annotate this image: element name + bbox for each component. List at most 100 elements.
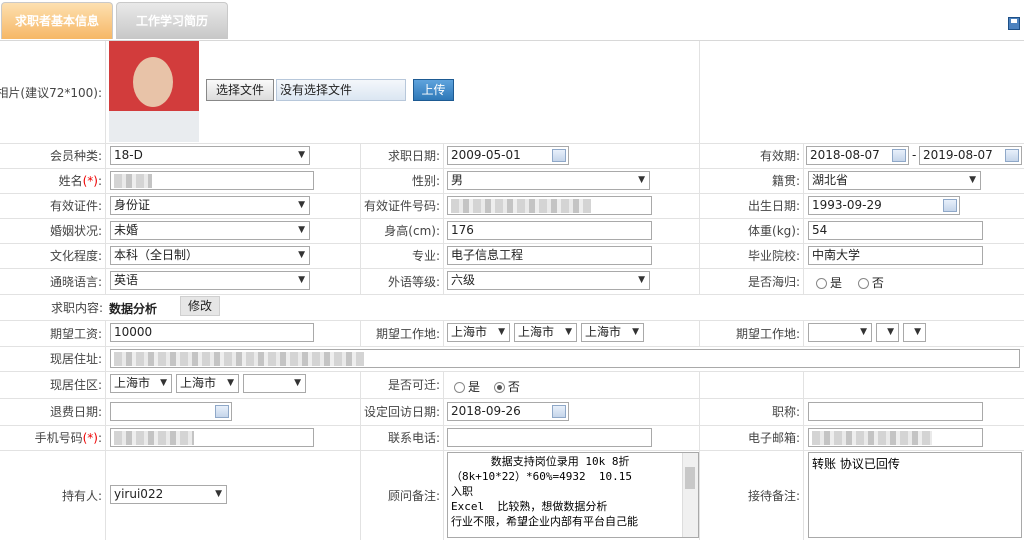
refund-date-input[interactable] [110,402,232,421]
mobile-input[interactable] [110,428,314,447]
hometown-label: 籍贯: [771,174,800,188]
overseas-radio-group: 是 否 [816,274,884,291]
name-input[interactable] [110,171,314,190]
gender-label: 性别: [411,174,440,188]
major-input[interactable]: 电子信息工程 [447,246,652,265]
marital-select[interactable]: 未婚 [110,221,310,240]
refund-date-label: 退费日期: [49,405,102,419]
weight-input[interactable]: 54 [808,221,983,240]
language-select[interactable]: 英语 [110,271,310,290]
valid-end-input[interactable]: 2019-08-07 [919,146,1022,165]
edit-job-content-button[interactable]: 修改 [180,296,220,316]
district-select-3[interactable] [243,374,306,393]
title-input[interactable] [808,402,983,421]
form-row: 求职内容: 数据分析 修改 [0,294,1024,321]
photo-label: 相片(建议72*100): [0,85,102,100]
address-label: 现居住址: [49,352,102,366]
textarea-scrollbar[interactable] [682,453,698,537]
job-date-input[interactable]: 2009-05-01 [447,146,569,165]
marital-label: 婚姻状况: [49,224,102,238]
birth-date-label: 出生日期: [747,199,800,213]
education-select[interactable]: 本科（全日制） [110,246,310,265]
save-icon[interactable] [1008,17,1020,30]
work-place-label-2: 期望工作地: [735,326,800,341]
foreign-level-select[interactable]: 六级 [447,271,650,290]
date-range-separator: - [912,148,917,162]
no-file-text: 没有选择文件 [276,79,406,101]
relocate-label: 是否可迁: [387,378,440,392]
choose-file-button[interactable]: 选择文件 [206,79,274,101]
overseas-no-radio[interactable] [857,278,869,289]
gender-select[interactable]: 男 [447,171,650,190]
work-place2-select-1[interactable] [808,323,872,342]
job-date-label: 求职日期: [387,149,440,163]
work-place-label: 期望工作地: [375,326,440,341]
form-row: 姓名(*): 性别: 男 籍贯: 湖北省 [0,168,1024,194]
callback-date-input[interactable]: 2018-09-26 [447,402,569,421]
callback-date-label: 设定回访日期: [363,405,440,419]
valid-period-label: 有效期: [759,149,800,163]
member-type-select[interactable]: 18-D [110,146,310,165]
reception-note-textarea[interactable]: 转账 协议已回传 [808,452,1022,538]
form-row: 有效证件: 身份证 有效证件号码: 出生日期: 1993-09-29 [0,193,1024,219]
email-input[interactable] [808,428,983,447]
holder-label: 持有人: [61,488,102,503]
email-label: 电子邮箱: [747,431,800,445]
language-label: 通晓语言: [49,274,102,289]
tab-bar: 求职者基本信息 工作学习简历 [0,0,1024,41]
overseas-yes-radio[interactable] [816,278,827,289]
work-place2-select-3[interactable] [903,323,926,342]
form-row: 期望工资: 10000 期望工作地: 上海市 上海市 上海市 期望工作地: [0,320,1024,347]
form-row: 现居住址: [0,346,1024,372]
district-label: 现居住区: [49,378,102,392]
hometown-select[interactable]: 湖北省 [808,171,981,190]
education-label: 文化程度: [49,249,102,263]
tab-resume[interactable]: 工作学习简历 [116,2,228,39]
phone-input[interactable] [447,428,652,447]
relocate-yes-radio[interactable] [454,382,465,393]
job-content-label: 求职内容: [50,300,103,315]
salary-input[interactable]: 10000 [110,323,314,342]
calendar-icon[interactable] [552,149,566,162]
phone-label: 联系电话: [387,431,440,445]
foreign-level-label: 外语等级: [387,274,440,289]
form-row: 通晓语言: 英语 外语等级: 六级 是否海归: 是 否 [0,268,1024,295]
calendar-icon[interactable] [943,199,957,212]
calendar-icon[interactable] [1005,149,1019,162]
school-input[interactable]: 中南大学 [808,246,983,265]
calendar-icon[interactable] [215,405,229,418]
birth-date-input[interactable]: 1993-09-29 [808,196,960,215]
relocate-no-radio[interactable] [493,382,505,393]
id-type-label: 有效证件: [49,199,102,213]
form-row: 婚姻状况: 未婚 身高(cm): 176 体重(kg): 54 [0,218,1024,244]
consultant-note-label: 顾问备注: [387,488,440,503]
calendar-icon[interactable] [552,405,566,418]
district-select-1[interactable]: 上海市 [110,374,172,393]
upload-button[interactable]: 上传 [413,79,454,101]
height-input[interactable]: 176 [447,221,652,240]
member-type-label: 会员种类: [49,149,102,163]
calendar-icon[interactable] [892,149,906,162]
relocate-radio-group: 是 否 [454,378,520,395]
job-content-value: 数据分析 [109,302,158,316]
work-place2-select-2[interactable] [876,323,899,342]
work-place-select-2[interactable]: 上海市 [514,323,577,342]
id-number-input[interactable] [447,196,652,215]
form-row: 持有人: yirui022 顾问备注: 数据支持岗位录用 10k 8折 （8k+… [0,450,1024,540]
valid-start-input[interactable]: 2018-08-07 [806,146,909,165]
consultant-note-textarea[interactable]: 数据支持岗位录用 10k 8折 （8k+10*22）*60%=4932 10.1… [447,452,699,538]
work-place-select-1[interactable]: 上海市 [447,323,510,342]
title-label: 职称: [771,405,800,419]
name-label: 姓名 (*): [58,173,102,189]
holder-select[interactable]: yirui022 [110,485,227,504]
tab-basic-info[interactable]: 求职者基本信息 [1,2,113,39]
avatar [109,41,199,142]
reception-note-label: 接待备注: [747,488,800,503]
id-type-select[interactable]: 身份证 [110,196,310,215]
form-row: 退费日期: 设定回访日期: 2018-09-26 职称: [0,398,1024,426]
work-place-select-3[interactable]: 上海市 [581,323,644,342]
address-input[interactable] [110,349,1020,368]
form-row: 文化程度: 本科（全日制） 专业: 电子信息工程 毕业院校: 中南大学 [0,243,1024,269]
id-number-label: 有效证件号码: [363,199,440,213]
district-select-2[interactable]: 上海市 [176,374,239,393]
